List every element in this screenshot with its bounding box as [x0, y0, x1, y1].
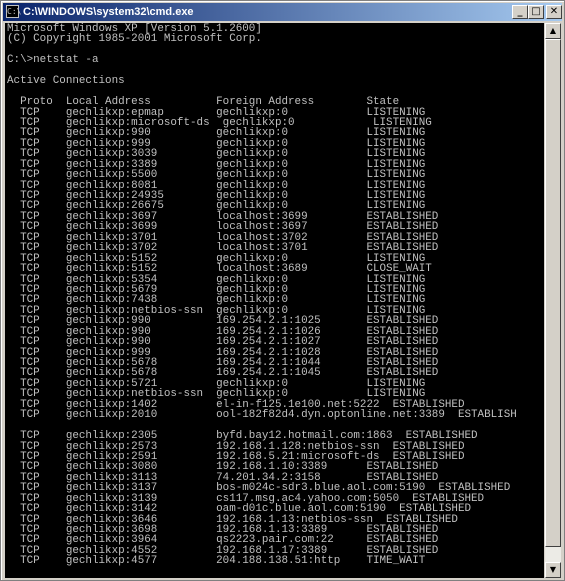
- console-line: Active Connections: [7, 75, 125, 88]
- console-line: TCP gechlikxp:5500 gechlikxp:0 LISTENING: [7, 169, 426, 182]
- console-line: (C) Copyright 1985-2001 Microsoft Corp.: [7, 33, 262, 46]
- close-button[interactable]: ✕: [546, 5, 562, 19]
- console-line: TCP gechlikxp:4577 204.188.138.51:http T…: [7, 555, 426, 568]
- console-line: TCP gechlikxp:2305 byfd.bay12.hotmail.co…: [7, 430, 478, 443]
- console-output[interactable]: Microsoft Windows XP [Version 5.1.2600](…: [5, 23, 544, 578]
- scroll-down-button[interactable]: ▼: [545, 562, 561, 578]
- console-line: TCP gechlikxp:5152 localhost:3689 CLOSE_…: [7, 263, 432, 276]
- maximize-button[interactable]: □: [528, 5, 544, 19]
- console-line: TCP gechlikxp:2010 ool-182f82d4.dyn.opto…: [7, 409, 517, 422]
- vertical-scrollbar[interactable]: ▲ ▼: [545, 23, 561, 578]
- minimize-button[interactable]: _: [512, 5, 528, 19]
- console-line: TCP gechlikxp:990 169.254.2.1:1027 ESTAB…: [7, 336, 439, 349]
- console-line: TCP gechlikxp:3142 oam-d01c.blue.aol.com…: [7, 503, 472, 516]
- title-bar[interactable]: C:\ C:\WINDOWS\system32\cmd.exe _ □ ✕: [3, 3, 562, 21]
- window-title: C:\WINDOWS\system32\cmd.exe: [23, 6, 194, 18]
- cmd-window: C:\ C:\WINDOWS\system32\cmd.exe _ □ ✕ Mi…: [0, 0, 565, 581]
- console-line: C:\>netstat -a: [7, 54, 99, 67]
- scroll-thumb[interactable]: [545, 39, 561, 547]
- console-text: Microsoft Windows XP [Version 5.1.2600](…: [7, 23, 517, 568]
- scroll-up-button[interactable]: ▲: [545, 23, 561, 39]
- console-line: Proto Local Address Foreign Address Stat…: [7, 96, 400, 109]
- cmd-icon[interactable]: C:\: [6, 5, 21, 18]
